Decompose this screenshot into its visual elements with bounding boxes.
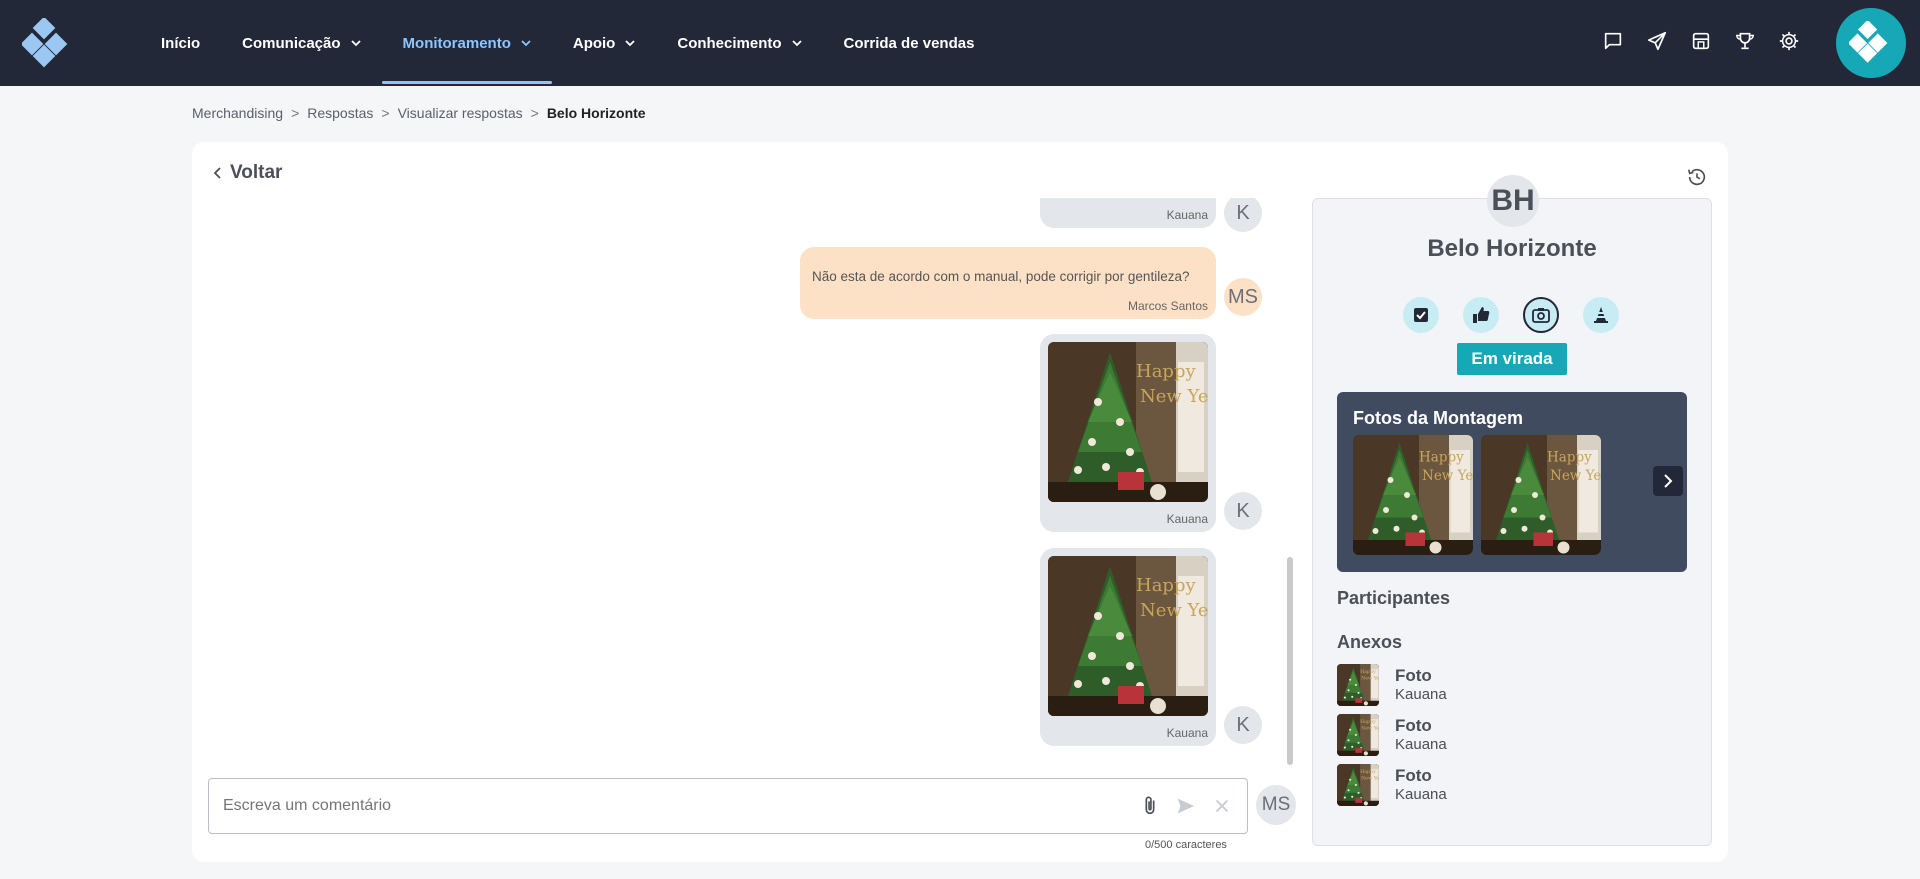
chevron-right-icon (1664, 474, 1673, 488)
assembly-photos-title: Fotos da Montagem (1353, 408, 1523, 428)
breadcrumb-link[interactable]: Merchandising (192, 105, 283, 121)
nav-label: Apoio (572, 34, 616, 52)
chevron-down-icon (625, 40, 635, 47)
breadcrumb-link[interactable]: Visualizar respostas (398, 105, 523, 121)
chat-message: Kauana (1040, 334, 1216, 532)
nav-label: Monitoramento (402, 34, 511, 52)
assembly-photo-thumb[interactable] (1481, 435, 1601, 555)
store-avatar: BH (1487, 175, 1539, 227)
breadcrumb-separator: > (291, 105, 300, 121)
attachment-item[interactable]: Foto Kauana (1337, 764, 1697, 808)
store-title: Belo Horizonte (1427, 235, 1597, 262)
details-panel: BH Belo Horizonte Em virada Fotos da Mon… (1312, 175, 1712, 846)
top-icon-group (1602, 30, 1800, 52)
thumbs-up-icon[interactable] (1463, 297, 1499, 333)
attachments-label: Anexos (1337, 632, 1403, 652)
assembly-photo-thumb[interactable] (1353, 435, 1473, 555)
status-icon-group (1403, 297, 1619, 333)
christmas-tree-photo (1481, 435, 1601, 555)
send-icon[interactable] (1175, 795, 1197, 817)
paperclip-icon[interactable] (1139, 795, 1161, 817)
participants-label: Participantes (1337, 588, 1451, 608)
user-avatar[interactable] (1836, 8, 1906, 78)
attachment-title: Foto (1395, 716, 1432, 735)
attachment-thumbnail (1337, 764, 1379, 806)
nav-label: Corrida de vendas (843, 34, 975, 52)
cone-icon[interactable] (1583, 297, 1619, 333)
chat-scrollbar[interactable] (1287, 557, 1293, 765)
status-badge: Em virada (1457, 343, 1567, 375)
christmas-tree-photo (1353, 435, 1473, 555)
nav-inicio[interactable]: Início (140, 0, 221, 86)
main-nav: Início Comunicação Monitoramento Apoio C… (140, 0, 995, 86)
attachment-author: Kauana (1395, 736, 1447, 753)
chevron-down-icon (521, 40, 531, 47)
christmas-tree-photo (1048, 556, 1208, 716)
message-author: Kauana (1166, 208, 1208, 222)
char-counter: 0/500 caracteres (1145, 839, 1227, 851)
back-label: Voltar (230, 162, 283, 183)
nav-monitoramento[interactable]: Monitoramento (381, 0, 553, 86)
nav-comunicacao[interactable]: Comunicação (221, 0, 381, 86)
trophy-icon[interactable] (1734, 30, 1756, 52)
attachment-title: Foto (1395, 666, 1432, 685)
nav-apoio[interactable]: Apoio (552, 0, 657, 86)
attachment-item[interactable]: Foto Kauana (1337, 664, 1697, 708)
brand-logo[interactable] (22, 18, 74, 70)
chevron-left-icon (213, 167, 221, 179)
store-icon[interactable] (1690, 30, 1712, 52)
message-author: Kauana (1166, 512, 1208, 526)
message-text: Não esta de acordo com o manual, pode co… (812, 269, 1190, 284)
breadcrumb-current: Belo Horizonte (546, 105, 646, 121)
chat-icon[interactable] (1602, 30, 1624, 52)
message-avatar: K (1224, 492, 1262, 530)
gear-icon[interactable] (1778, 30, 1800, 52)
breadcrumb-separator: > (530, 105, 539, 121)
breadcrumb-separator: > (381, 105, 390, 121)
nav-conhecimento[interactable]: Conhecimento (656, 0, 822, 86)
chat-message: Kauana (1040, 198, 1216, 228)
chat-thread: Kauana K Não esta de acordo com o manual… (192, 198, 1282, 758)
message-avatar: MS (1224, 278, 1262, 316)
brand-logo-small (1849, 21, 1888, 63)
message-photo[interactable] (1048, 342, 1208, 502)
attachment-item[interactable]: Foto Kauana (1337, 714, 1697, 758)
message-avatar: K (1224, 198, 1262, 232)
comment-composer (208, 778, 1248, 834)
attachment-author: Kauana (1395, 786, 1447, 803)
nav-label: Conhecimento (677, 34, 782, 52)
chat-message: Kauana (1040, 548, 1216, 746)
photos-next-button[interactable] (1653, 466, 1683, 496)
chevron-down-icon (350, 40, 361, 47)
nav-corrida-de-vendas[interactable]: Corrida de vendas (823, 0, 996, 86)
comment-input[interactable] (223, 797, 1125, 815)
christmas-tree-photo (1048, 342, 1208, 502)
composer-avatar: MS (1256, 785, 1296, 825)
message-author: Kauana (1166, 726, 1208, 740)
message-author: Marcos Santos (1127, 299, 1208, 313)
main-card: Voltar Kauana K Não esta de acordo com o… (192, 142, 1728, 862)
chat-message: Não esta de acordo com o manual, pode co… (800, 247, 1216, 319)
checkbox-icon[interactable] (1403, 297, 1439, 333)
attachment-title: Foto (1395, 766, 1432, 785)
breadcrumb: Merchandising > Respostas > Visualizar r… (192, 105, 646, 121)
message-photo[interactable] (1048, 556, 1208, 716)
nav-label: Início (161, 34, 201, 52)
camera-icon[interactable] (1523, 297, 1559, 333)
nav-label: Comunicação (242, 34, 341, 52)
attachment-thumbnail (1337, 664, 1379, 706)
send-icon[interactable] (1646, 30, 1668, 52)
close-icon[interactable] (1211, 795, 1233, 817)
top-navigation-bar: Início Comunicação Monitoramento Apoio C… (0, 0, 1920, 86)
attachment-thumbnail (1337, 714, 1379, 756)
message-avatar: K (1224, 706, 1262, 744)
attachment-author: Kauana (1395, 686, 1447, 703)
history-icon[interactable] (1686, 166, 1708, 188)
back-button[interactable]: Voltar (212, 162, 282, 184)
assembly-photos-box: Fotos da Montagem (1337, 392, 1687, 572)
breadcrumb-link[interactable]: Respostas (307, 105, 373, 121)
chevron-down-icon (791, 40, 802, 47)
